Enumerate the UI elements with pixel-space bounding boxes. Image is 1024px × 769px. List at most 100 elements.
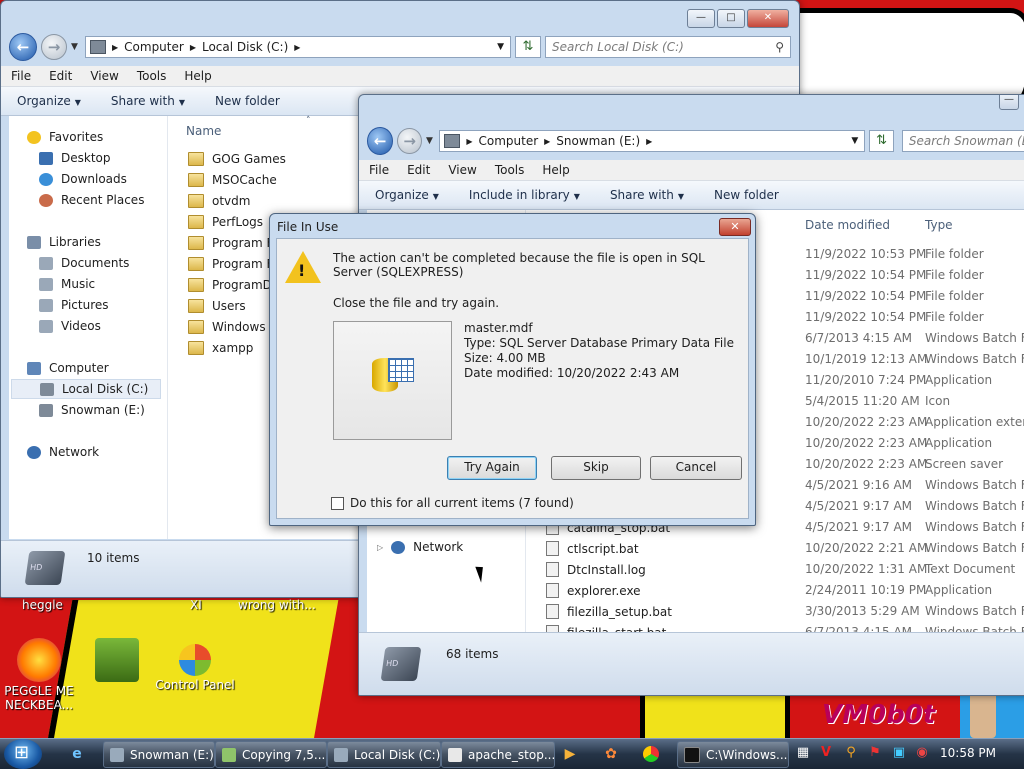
nav-videos[interactable]: Videos	[39, 319, 101, 333]
start-button[interactable]	[4, 739, 42, 769]
list-item[interactable]: PerfLogs	[188, 215, 263, 229]
back-button[interactable]: ←	[9, 33, 37, 61]
file-name-cell[interactable]: explorer.exe	[546, 583, 641, 598]
desktop-partial-label[interactable]: XI	[190, 598, 202, 612]
menu-help[interactable]: Help	[184, 69, 211, 83]
internet-explorer-icon[interactable]: e	[68, 745, 86, 763]
organize-button[interactable]: Organize ▼	[375, 188, 439, 202]
address-dropdown-icon[interactable]: ▼	[851, 136, 864, 146]
menu-edit[interactable]: Edit	[49, 69, 72, 83]
list-item[interactable]: xampp	[188, 341, 253, 355]
cancel-button[interactable]: Cancel	[650, 456, 742, 480]
nav-pictures[interactable]: Pictures	[39, 298, 109, 312]
desktop-icon-control-panel[interactable]: Control Panel	[150, 638, 240, 692]
back-button[interactable]: ←	[367, 127, 394, 155]
new-folder-button[interactable]: New folder	[714, 188, 779, 202]
chevron-right-icon[interactable]: ▶	[544, 137, 550, 146]
breadcrumb-computer[interactable]: Computer	[478, 134, 538, 148]
tray-flag-icon[interactable]: ⚑	[867, 744, 883, 762]
menu-edit[interactable]: Edit	[407, 163, 430, 177]
taskbar-button-apache-stop[interactable]: apache_stop...	[441, 741, 555, 768]
tray-search-icon[interactable]: ⚲	[843, 744, 859, 762]
try-again-button[interactable]: Try Again	[447, 456, 537, 480]
nav-recent-places[interactable]: Recent Places	[39, 193, 144, 207]
share-with-button[interactable]: Share with ▼	[111, 94, 185, 108]
breadcrumb-snowman[interactable]: Snowman (E:)	[556, 134, 640, 148]
taskbar-button-copying[interactable]: Copying 7,5...	[215, 741, 327, 768]
address-bar[interactable]: ▶ Computer ▶ Local Disk (C:) ▶ ▼	[85, 36, 511, 58]
checkbox-box[interactable]	[331, 496, 344, 510]
list-item[interactable]: GOG Games	[188, 152, 286, 166]
desktop-icon-box[interactable]	[72, 638, 162, 684]
minimize-button[interactable]: —	[687, 9, 715, 28]
nav-desktop[interactable]: Desktop	[39, 151, 111, 165]
minimize-button[interactable]: —	[999, 95, 1019, 110]
tray-grid-icon[interactable]: ▦	[795, 744, 811, 762]
taskbar-button-local-disk[interactable]: Local Disk (C:)	[327, 741, 441, 768]
chevron-right-icon[interactable]: ▶	[112, 43, 118, 52]
do-this-for-all-checkbox[interactable]: Do this for all current items (7 found)	[331, 496, 574, 510]
menu-help[interactable]: Help	[542, 163, 569, 177]
menu-file[interactable]: File	[369, 163, 389, 177]
nav-network[interactable]: ▷ Network	[377, 540, 463, 554]
tray-monitor-icon[interactable]: ▣	[891, 744, 907, 762]
nav-local-disk[interactable]: Local Disk (C:)	[11, 379, 161, 399]
menu-file[interactable]: File	[11, 69, 31, 83]
address-dropdown-icon[interactable]: ▼	[497, 42, 510, 52]
menu-tools[interactable]: Tools	[137, 69, 167, 83]
dialog-close-button[interactable]: ✕	[719, 218, 751, 236]
search-input[interactable]: Search Local Disk (C:) ⚲	[545, 36, 791, 58]
list-item[interactable]: Users	[188, 299, 246, 313]
breadcrumb-local-disk[interactable]: Local Disk (C:)	[202, 40, 288, 54]
maximize-button[interactable]: □	[717, 9, 745, 28]
breadcrumb-computer[interactable]: Computer	[124, 40, 184, 54]
close-button[interactable]: ✕	[747, 9, 789, 28]
new-folder-button[interactable]: New folder	[215, 94, 280, 108]
column-date-modified[interactable]: Date modified	[805, 218, 890, 232]
column-type[interactable]: Type	[925, 218, 953, 232]
file-in-use-dialog[interactable]: File In Use ✕ ! The action can't be comp…	[269, 213, 756, 526]
list-item[interactable]: Windows	[188, 320, 266, 334]
desktop-partial-label[interactable]: wrong with...	[238, 598, 316, 612]
tray-volume-icon[interactable]: ◉	[914, 744, 930, 762]
file-name-cell[interactable]: filezilla_setup.bat	[546, 604, 672, 619]
chevron-right-icon[interactable]: ▶	[466, 137, 472, 146]
nav-snowman[interactable]: Snowman (E:)	[39, 403, 145, 417]
media-player-icon[interactable]: ▶	[561, 745, 579, 763]
include-in-library-button[interactable]: Include in library ▼	[469, 188, 580, 202]
chevron-right-icon[interactable]: ▶	[646, 137, 652, 146]
taskbar-button-snowman[interactable]: Snowman (E:)	[103, 741, 215, 768]
app-icon[interactable]: ✿	[602, 745, 620, 763]
column-name[interactable]: Name	[186, 124, 221, 138]
nav-documents[interactable]: Documents	[39, 256, 129, 270]
list-item[interactable]: MSOCache	[188, 173, 277, 187]
nav-libraries[interactable]: Libraries	[27, 235, 101, 249]
search-input[interactable]: Search Snowman (E:)	[901, 130, 1024, 152]
organize-button[interactable]: Organize ▼	[17, 94, 81, 108]
list-item[interactable]: otvdm	[188, 194, 250, 208]
refresh-button[interactable]: ⇅	[515, 36, 541, 58]
nav-music[interactable]: Music	[39, 277, 95, 291]
taskbar-button-command-prompt[interactable]: C:\Windows...	[677, 741, 789, 768]
forward-button[interactable]: →	[397, 128, 422, 154]
clock[interactable]: 10:58 PM	[940, 746, 996, 760]
file-name-cell[interactable]: ctlscript.bat	[546, 541, 639, 556]
menu-view[interactable]: View	[90, 69, 118, 83]
nav-computer[interactable]: Computer	[27, 361, 109, 375]
menu-view[interactable]: View	[448, 163, 476, 177]
chrome-icon[interactable]	[643, 746, 659, 762]
recent-pages-dropdown[interactable]: ▼	[71, 42, 81, 52]
chevron-right-icon[interactable]: ▶	[294, 43, 300, 52]
expand-arrow-icon[interactable]: ▷	[377, 543, 383, 552]
nav-downloads[interactable]: Downloads	[39, 172, 127, 186]
forward-button[interactable]: →	[41, 34, 67, 60]
tray-v-icon[interactable]: V	[818, 744, 834, 762]
chevron-right-icon[interactable]: ▶	[190, 43, 196, 52]
recent-pages-dropdown[interactable]: ▼	[426, 136, 435, 146]
share-with-button[interactable]: Share with ▼	[610, 188, 684, 202]
address-bar[interactable]: ▶ Computer ▶ Snowman (E:) ▶ ▼	[439, 130, 866, 152]
file-name-cell[interactable]: DtcInstall.log	[546, 562, 646, 577]
menu-tools[interactable]: Tools	[495, 163, 525, 177]
desktop-partial-label[interactable]: heggle	[22, 598, 63, 612]
refresh-button[interactable]: ⇅	[869, 130, 894, 152]
